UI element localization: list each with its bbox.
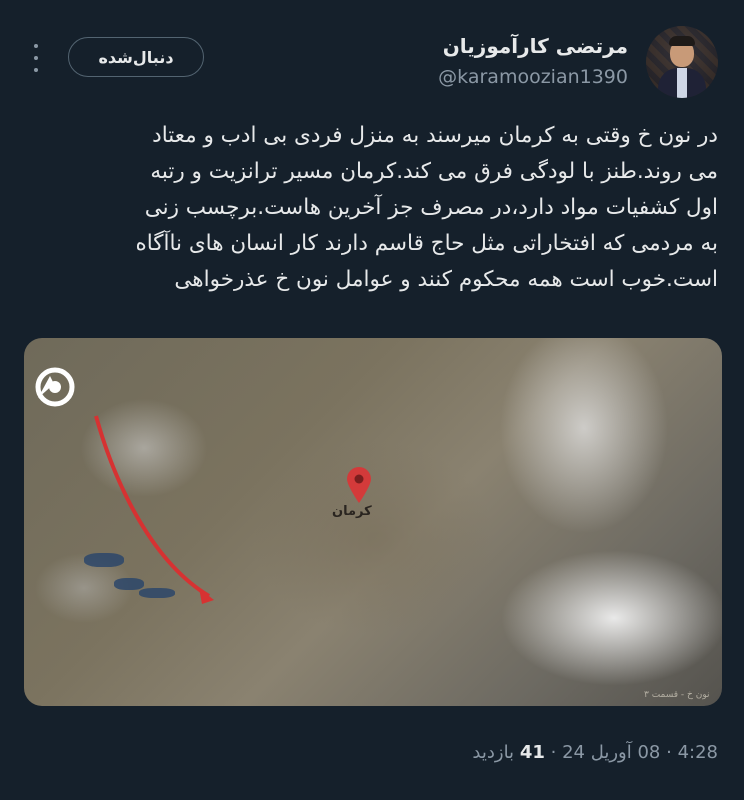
tweet-time[interactable]: 4:28 [678,742,718,763]
more-dot [34,56,38,60]
more-dot [34,44,38,48]
avatar[interactable] [646,26,718,98]
views-label: بازدید [472,742,515,763]
avatar-shirt [677,68,687,98]
meta-separator: · [666,742,672,763]
meta-separator: · [550,742,557,763]
map-city-label: کرمان [332,504,372,519]
route-arrow-icon [94,415,214,604]
author-name[interactable]: مرتضی کارآموزیان [443,34,628,58]
tweet-date[interactable]: 08 آوریل 24 [562,742,660,763]
more-dots-icon[interactable] [26,44,46,72]
views-count: 41 [519,742,545,763]
more-dot [34,68,38,72]
tweet-media-image[interactable]: کرمان نون خ - قسمت ۳ [24,338,722,706]
tweet-meta: 4:28 · 08 آوریل 24 · 41 بازدید [472,742,718,763]
location-pin-icon [347,467,371,503]
following-button[interactable]: دنبال‌شده [68,37,204,77]
avatar-hair [669,36,695,46]
tweet-text: در نون خ وقتی به کرمان میرسند به منزل فر… [135,123,718,292]
author-handle[interactable]: @karamoozian1390 [438,66,628,88]
tweet-header: مرتضی کارآموزیان @karamoozian1390 دنبال‌… [0,0,744,110]
video-caption: نون خ - قسمت ۳ [644,690,710,700]
